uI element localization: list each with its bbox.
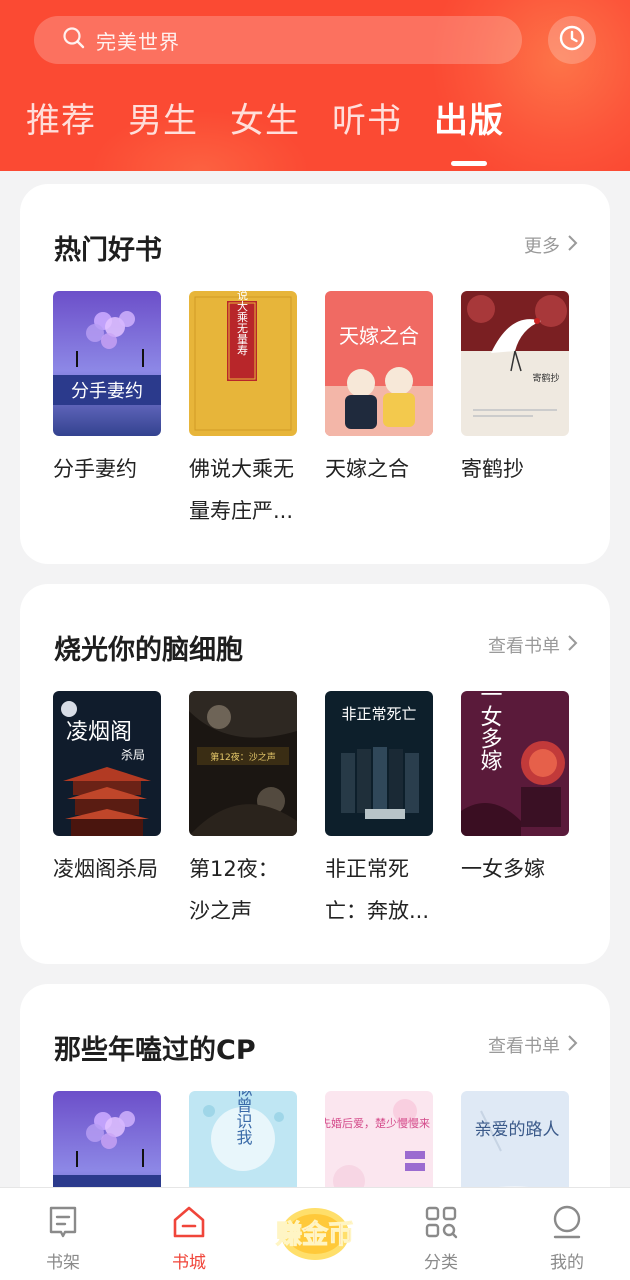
book-cover: 分手妻约 [53, 291, 161, 436]
cover-text: 分手妻约 [71, 381, 143, 402]
book-cover: 第12夜：沙之声 [189, 691, 297, 836]
view-booklist-link[interactable]: 查看书单 [488, 632, 578, 658]
tabbar-label: 书架 [46, 1253, 80, 1273]
book-item[interactable]: 分手妻约 分手妻约 [53, 291, 161, 532]
book-item[interactable]: 凌烟阁 杀局 凌烟阁杀局 [53, 691, 161, 932]
book-cover: 天嫁之合 [325, 291, 433, 436]
tabbar-category[interactable]: 分类 [378, 1188, 504, 1280]
category-tabs: 推荐 男生 女生 听书 出版 [26, 96, 536, 166]
search-bar[interactable]: 完美世界 [34, 16, 522, 64]
cover-text: 凌烟阁 [66, 720, 132, 745]
top-header: 完美世界 推荐 男生 女生 听书 出版 [0, 0, 630, 171]
earn-coins-badge: 赚金币 [275, 1208, 355, 1260]
tab-audiobook[interactable]: 听书 [332, 96, 402, 146]
cover-text: 寄鹤抄 [532, 372, 559, 384]
book-cover: 非正常死亡 [325, 691, 433, 836]
view-booklist-link[interactable]: 查看书单 [488, 1032, 578, 1058]
book-title: 第12夜：沙之声 [189, 857, 279, 923]
search-icon [62, 26, 86, 54]
book-title: 分手妻约 [53, 457, 137, 481]
cover-text: 一女多嫁 [477, 691, 503, 771]
tabbar-earn-coins[interactable]: 赚金币 [252, 1188, 378, 1280]
section-title: 热门好书 [54, 235, 162, 266]
clock-icon [558, 24, 586, 56]
book-cover: 佛说大乘无量寿 [189, 291, 297, 436]
book-item[interactable]: 非正常死亡 非正常死亡：奔放... [325, 691, 433, 932]
section-title: 烧光你的脑细胞 [54, 635, 243, 666]
tab-published[interactable]: 出版 [434, 96, 504, 166]
tab-female[interactable]: 女生 [230, 96, 300, 146]
bookstore-icon [171, 1204, 207, 1244]
tabbar-label: 书城 [172, 1253, 206, 1273]
book-item[interactable]: 天嫁之合 天嫁之合 [325, 291, 433, 532]
more-label: 查看书单 [488, 1036, 560, 1057]
tab-male[interactable]: 男生 [128, 96, 198, 146]
tabbar-label: 分类 [424, 1253, 458, 1273]
tabbar-bookstore[interactable]: 书城 [126, 1188, 252, 1280]
book-title: 非正常死亡：奔放... [325, 857, 430, 923]
cover-subtext: 杀局 [121, 747, 145, 762]
section-hot-books: 热门好书 更多 分手妻约 分手妻约 佛说大乘无量寿 佛说大乘无量寿庄严... 天… [20, 184, 610, 564]
chevron-right-icon [566, 234, 578, 257]
earn-coins-label: 赚金币 [276, 1219, 354, 1250]
cover-text: 非正常死亡 [341, 705, 416, 723]
book-item[interactable]: 寄鹤抄 寄鹤抄 [461, 291, 569, 532]
book-title: 凌烟阁杀局 [53, 857, 158, 881]
more-label: 查看书单 [488, 636, 560, 657]
book-cover: 一女多嫁 [461, 691, 569, 836]
more-label: 更多 [524, 236, 560, 257]
section-title: 那些年嗑过的CP [54, 1035, 256, 1066]
book-cover: 寄鹤抄 [461, 291, 569, 436]
bottom-tab-bar: 书架 书城 赚金币 分类 我的 [0, 1187, 630, 1280]
cover-text: 似曾识我 [234, 1091, 253, 1145]
book-cover: 凌烟阁 杀局 [53, 691, 161, 836]
book-title: 天嫁之合 [325, 457, 409, 481]
tabbar-label: 我的 [550, 1253, 584, 1273]
section-brain-burners: 烧光你的脑细胞 查看书单 凌烟阁 杀局 凌烟阁杀局 第12夜：沙之声 第12夜：… [20, 584, 610, 964]
profile-icon [549, 1204, 585, 1244]
bookshelf-icon [45, 1204, 81, 1244]
book-title: 寄鹤抄 [461, 457, 524, 481]
history-button[interactable] [548, 16, 596, 64]
tabbar-profile[interactable]: 我的 [504, 1188, 630, 1280]
tab-recommend[interactable]: 推荐 [26, 96, 96, 146]
book-title: 佛说大乘无量寿庄严... [189, 457, 294, 523]
cover-text: 亲爱的路人 [475, 1120, 560, 1140]
tabbar-bookshelf[interactable]: 书架 [0, 1188, 126, 1280]
search-placeholder: 完美世界 [96, 29, 180, 54]
more-link[interactable]: 更多 [524, 232, 578, 258]
book-item[interactable]: 第12夜：沙之声 第12夜：沙之声 [189, 691, 297, 932]
chevron-right-icon [566, 634, 578, 657]
book-item[interactable]: 佛说大乘无量寿 佛说大乘无量寿庄严... [189, 291, 297, 532]
category-icon [423, 1204, 459, 1244]
cover-text: 佛说大乘无量寿 [236, 291, 249, 356]
chevron-right-icon [566, 1034, 578, 1057]
cover-text: 天嫁之合 [339, 324, 419, 348]
book-row: 分手妻约 分手妻约 佛说大乘无量寿 佛说大乘无量寿庄严... 天嫁之合 天嫁之合… [53, 291, 597, 532]
book-row: 凌烟阁 杀局 凌烟阁杀局 第12夜：沙之声 第12夜：沙之声 非正常死亡 非正常… [53, 691, 597, 932]
book-item[interactable]: 一女多嫁 一女多嫁 [461, 691, 569, 932]
cover-text: 第12夜：沙之声 [210, 751, 275, 763]
book-title: 一女多嫁 [461, 857, 545, 881]
cover-text: 先婚后爱，楚少慢慢来 [325, 1116, 430, 1130]
